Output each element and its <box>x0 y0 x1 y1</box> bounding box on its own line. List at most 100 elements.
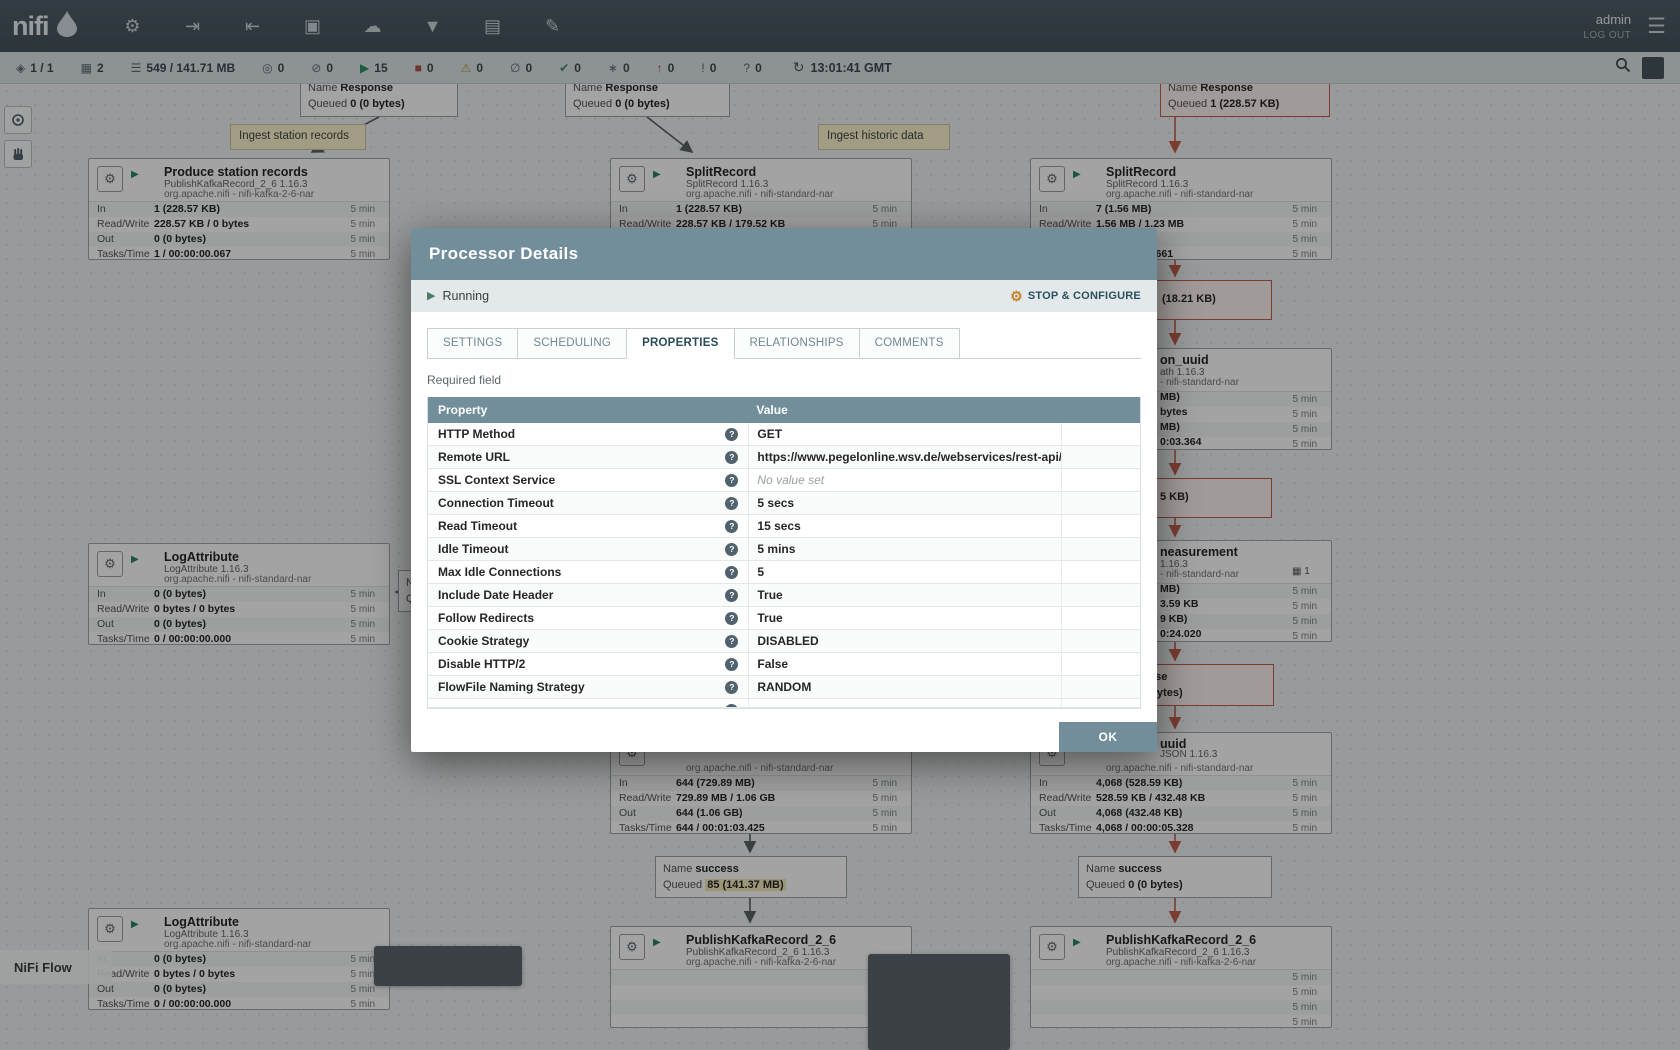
property-name: HTTP Method <box>438 427 725 441</box>
help-icon[interactable]: ? <box>725 428 738 441</box>
property-name-cell: Follow Redirects? <box>428 607 748 629</box>
configure-gear-icon: ⚙ <box>1010 289 1023 303</box>
property-name-cell: Include Date Header? <box>428 584 748 606</box>
property-value: 5 secs <box>748 492 1061 514</box>
nifi-app: ⚙▶Produce station recordsPublishKafkaRec… <box>0 0 1680 1050</box>
property-row: Connection Timeout?5 secs <box>428 492 1140 515</box>
property-name-cell: ? <box>428 699 748 707</box>
property-name: Read Timeout <box>438 519 725 533</box>
help-icon[interactable]: ? <box>725 612 738 625</box>
help-icon[interactable]: ? <box>725 681 738 694</box>
property-row: Idle Timeout?5 mins <box>428 538 1140 561</box>
property-value: False <box>748 653 1061 675</box>
dialog-status-row: ▶ Running ⚙ STOP & CONFIGURE <box>411 280 1157 312</box>
property-row: Disable HTTP/2?False <box>428 653 1140 676</box>
property-value: True <box>748 584 1061 606</box>
property-value: No value set <box>748 469 1061 491</box>
property-name: Include Date Header <box>438 588 725 602</box>
help-icon[interactable]: ? <box>725 520 738 533</box>
ok-button[interactable]: OK <box>1059 722 1157 752</box>
property-name: Cookie Strategy <box>438 634 725 648</box>
property-row: ? <box>428 699 1140 708</box>
property-value: 5 <box>748 561 1061 583</box>
property-name-cell: Remote URL? <box>428 446 748 468</box>
property-spacer <box>1062 492 1140 514</box>
help-icon[interactable]: ? <box>725 704 738 708</box>
help-icon[interactable]: ? <box>725 589 738 602</box>
run-status-label: Running <box>442 289 489 303</box>
processor-details-dialog: Processor Details ▶ Running ⚙ STOP & CON… <box>411 228 1157 752</box>
property-value <box>748 699 1061 707</box>
property-name: Idle Timeout <box>438 542 725 556</box>
value-column-header: Value <box>748 403 1061 417</box>
property-spacer <box>1062 561 1140 583</box>
property-value: DISABLED <box>748 630 1061 652</box>
help-icon[interactable]: ? <box>725 497 738 510</box>
spacer-column-header <box>1062 397 1140 423</box>
tab-relationships[interactable]: RELATIONSHIPS <box>734 328 860 358</box>
help-icon[interactable]: ? <box>725 635 738 648</box>
property-row: Read Timeout?15 secs <box>428 515 1140 538</box>
properties-table-body: HTTP Method?GETRemote URL?https://www.pe… <box>428 423 1140 708</box>
property-value: GET <box>748 423 1061 445</box>
property-row: SSL Context Service?No value set <box>428 469 1140 492</box>
property-name-cell: SSL Context Service? <box>428 469 748 491</box>
help-icon[interactable]: ? <box>725 566 738 579</box>
property-name: FlowFile Naming Strategy <box>438 680 725 694</box>
property-name-cell: FlowFile Naming Strategy? <box>428 676 748 698</box>
property-value: https://www.pegelonline.wsv.de/webservic… <box>748 446 1061 468</box>
property-row: Cookie Strategy?DISABLED <box>428 630 1140 653</box>
property-spacer <box>1062 446 1140 468</box>
stop-and-configure-button[interactable]: ⚙ STOP & CONFIGURE <box>1010 289 1141 303</box>
tab-comments[interactable]: COMMENTS <box>859 328 960 358</box>
property-name: Follow Redirects <box>438 611 725 625</box>
property-name-cell: Read Timeout? <box>428 515 748 537</box>
tab-settings[interactable]: SETTINGS <box>427 328 518 358</box>
property-spacer <box>1062 423 1140 445</box>
properties-table: Property Value HTTP Method?GETRemote URL… <box>427 397 1141 709</box>
help-icon[interactable]: ? <box>725 658 738 671</box>
property-value: 5 mins <box>748 538 1061 560</box>
property-name-cell: Disable HTTP/2? <box>428 653 748 675</box>
property-spacer <box>1062 699 1140 707</box>
property-row: Include Date Header?True <box>428 584 1140 607</box>
tab-scheduling[interactable]: SCHEDULING <box>517 328 627 358</box>
property-spacer <box>1062 515 1140 537</box>
property-row: FlowFile Naming Strategy?RANDOM <box>428 676 1140 699</box>
property-row: Remote URL?https://www.pegelonline.wsv.d… <box>428 446 1140 469</box>
property-name-cell: Cookie Strategy? <box>428 630 748 652</box>
property-name: Disable HTTP/2 <box>438 657 725 671</box>
property-row: Max Idle Connections?5 <box>428 561 1140 584</box>
dialog-title: Processor Details <box>411 228 1157 280</box>
property-spacer <box>1062 607 1140 629</box>
running-icon: ▶ <box>427 291 435 302</box>
property-value: RANDOM <box>748 676 1061 698</box>
property-row: HTTP Method?GET <box>428 423 1140 446</box>
property-spacer <box>1062 630 1140 652</box>
property-name-cell: Max Idle Connections? <box>428 561 748 583</box>
required-field-hint: Required field <box>427 373 1141 387</box>
property-spacer <box>1062 469 1140 491</box>
property-name: Connection Timeout <box>438 496 725 510</box>
properties-table-header: Property Value <box>428 397 1140 423</box>
property-name: Max Idle Connections <box>438 565 725 579</box>
property-column-header: Property <box>428 403 748 417</box>
property-name: SSL Context Service <box>438 473 725 487</box>
property-value: 15 secs <box>748 515 1061 537</box>
help-icon[interactable]: ? <box>725 543 738 556</box>
property-value: True <box>748 607 1061 629</box>
help-icon[interactable]: ? <box>725 474 738 487</box>
property-spacer <box>1062 538 1140 560</box>
property-spacer <box>1062 676 1140 698</box>
property-spacer <box>1062 653 1140 675</box>
dialog-tabs: SETTINGSSCHEDULINGPROPERTIESRELATIONSHIP… <box>427 328 1141 359</box>
property-name-cell: Idle Timeout? <box>428 538 748 560</box>
property-name-cell: HTTP Method? <box>428 423 748 445</box>
property-name: Remote URL <box>438 450 725 464</box>
property-spacer <box>1062 584 1140 606</box>
property-row: Follow Redirects?True <box>428 607 1140 630</box>
help-icon[interactable]: ? <box>725 451 738 464</box>
tab-properties[interactable]: PROPERTIES <box>626 328 734 359</box>
property-name-cell: Connection Timeout? <box>428 492 748 514</box>
stop-and-configure-label: STOP & CONFIGURE <box>1028 290 1141 302</box>
